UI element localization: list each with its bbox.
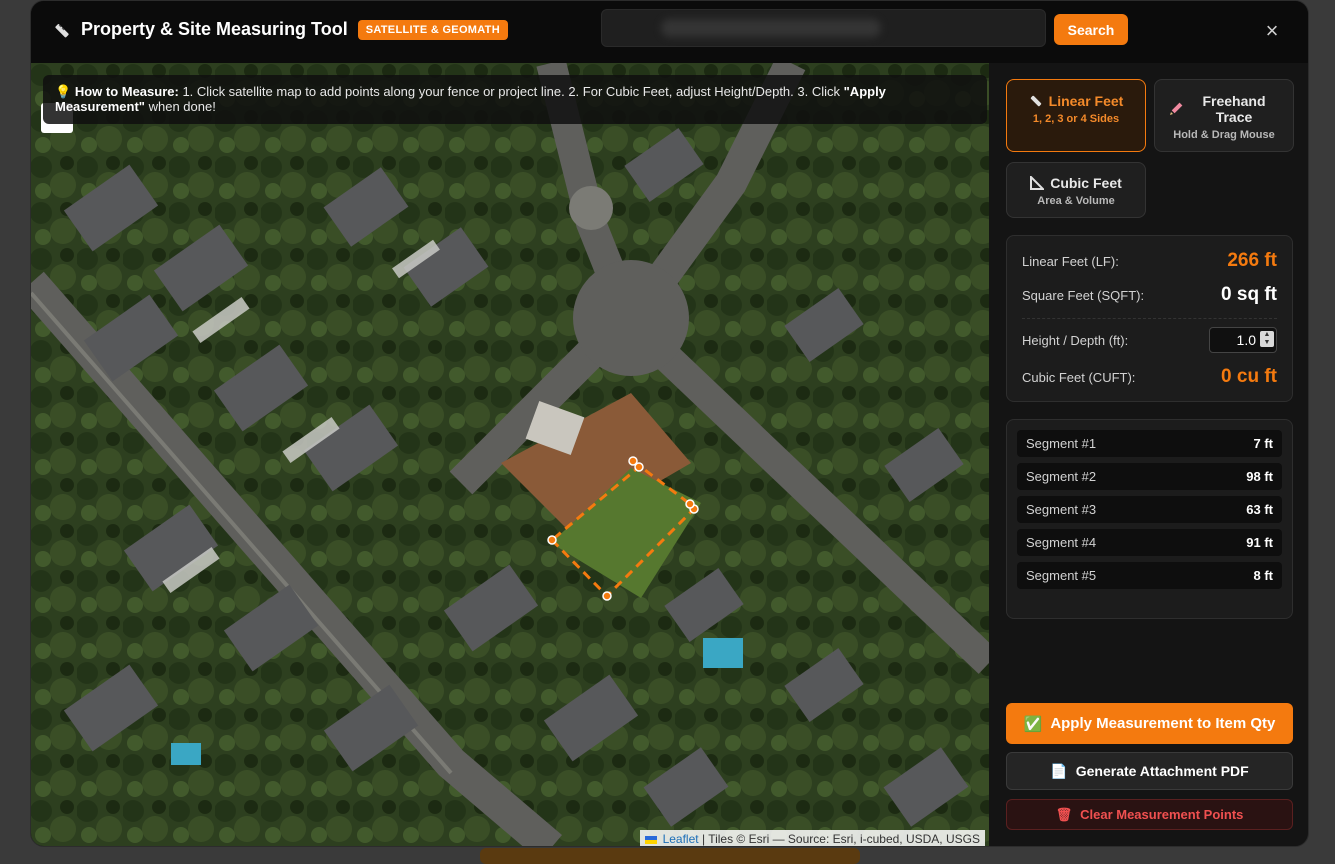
mode-subtitle: Hold & Drag Mouse <box>1173 129 1275 141</box>
howto-tail: when done! <box>148 99 216 114</box>
segment-label: Segment #2 <box>1026 469 1097 484</box>
mode-title: Freehand Trace <box>1202 93 1266 125</box>
segment-label: Segment #3 <box>1026 502 1097 517</box>
page-title: Property & Site Measuring Tool <box>81 19 348 39</box>
checkmark-icon: ✅ <box>1023 715 1043 733</box>
segment-length: 91 ft <box>1246 535 1273 550</box>
measuring-tool-modal: Property & Site Measuring Tool SATELLITE… <box>30 0 1309 847</box>
list-item: Segment #3 63 ft <box>1017 496 1282 523</box>
tiles-credit: | Tiles © Esri — Source: Esri, i-cubed, … <box>701 832 980 846</box>
mode-title: Linear Feet <box>1048 93 1124 109</box>
square-feet-value: 0 sq ft <box>1221 284 1277 305</box>
howto-lead: How to Measure: <box>74 84 179 99</box>
list-item: Segment #2 98 ft <box>1017 463 1282 490</box>
segment-length: 7 ft <box>1253 436 1274 451</box>
height-row: Height / Depth (ft): ▲▼ <box>1022 327 1277 353</box>
map-attribution: Leaflet | Tiles © Esri — Source: Esri, i… <box>640 830 985 846</box>
height-label: Height / Depth (ft): <box>1022 332 1129 348</box>
square-feet-label: Square Feet (SQFT): <box>1022 287 1145 303</box>
generate-pdf-button[interactable]: 📄 Generate Attachment PDF <box>1006 752 1293 790</box>
measurement-sidebar: Linear Feet 1, 2, 3 or 4 Sides Freehand … <box>1006 79 1294 830</box>
lightbulb-icon: 💡 <box>55 84 72 99</box>
spinner-arrows-icon[interactable]: ▲ ▼ <box>1260 331 1274 347</box>
mode-title: Cubic Feet <box>1050 175 1122 191</box>
howto-text: 1. Click satellite map to add points alo… <box>182 84 841 99</box>
linear-feet-row: Linear Feet (LF): 266 ft <box>1022 250 1277 272</box>
search-button[interactable]: Search <box>1054 14 1128 45</box>
mode-linear-feet[interactable]: Linear Feet 1, 2, 3 or 4 Sides <box>1006 79 1146 152</box>
how-to-banner: 💡 How to Measure: 1. Click satellite map… <box>43 75 987 124</box>
segment-length: 63 ft <box>1246 502 1273 517</box>
segment-label: Segment #4 <box>1026 535 1097 550</box>
satellite-map[interactable]: 💡 How to Measure: 1. Click satellite map… <box>31 63 989 846</box>
cubic-feet-value: 0 cu ft <box>1221 366 1277 387</box>
mode-selector: Linear Feet 1, 2, 3 or 4 Sides Freehand … <box>1006 79 1294 219</box>
triangle-ruler-icon <box>1030 176 1045 190</box>
segment-length: 98 ft <box>1246 469 1273 484</box>
leaflet-link[interactable]: Leaflet <box>663 832 699 846</box>
document-icon: 📄 <box>1050 762 1068 779</box>
list-item: Segment #4 91 ft <box>1017 529 1282 556</box>
linear-feet-label: Linear Feet (LF): <box>1022 253 1119 269</box>
redacted-address <box>661 19 881 37</box>
backdrop-button-edge <box>480 848 860 864</box>
ruler-icon <box>55 23 69 37</box>
mode-freehand-trace[interactable]: Freehand Trace Hold & Drag Mouse <box>1154 79 1294 152</box>
mode-cubic-feet[interactable]: Cubic Feet Area & Volume <box>1006 162 1146 218</box>
segment-label: Segment #5 <box>1026 568 1097 583</box>
segment-label: Segment #1 <box>1026 436 1097 451</box>
clear-points-button[interactable]: 🗑 Clear Measurement Points <box>1006 799 1293 830</box>
square-feet-row: Square Feet (SQFT): 0 sq ft <box>1022 284 1277 306</box>
list-item: Segment #1 7 ft <box>1017 430 1282 457</box>
measurement-stats: Linear Feet (LF): 266 ft Square Feet (SQ… <box>1006 235 1293 402</box>
mode-subtitle: Area & Volume <box>1037 195 1115 207</box>
ruler-icon <box>1030 95 1041 107</box>
apply-measurement-button[interactable]: ✅ Apply Measurement to Item Qty <box>1006 703 1293 744</box>
trash-icon: 🗑 <box>1055 806 1073 822</box>
height-stepper: ▲▼ <box>1209 327 1277 353</box>
pdf-label: Generate Attachment PDF <box>1075 763 1249 779</box>
mode-badge: SATELLITE & GEOMATH <box>357 19 508 40</box>
cubic-feet-label: Cubic Feet (CUFT): <box>1022 369 1136 385</box>
apply-label: Apply Measurement to Item Qty <box>1050 715 1276 732</box>
modal-header: Property & Site Measuring Tool SATELLITE… <box>31 1 1308 63</box>
segment-length: 8 ft <box>1253 568 1274 583</box>
pencil-icon <box>1170 102 1183 115</box>
mode-subtitle: 1, 2, 3 or 4 Sides <box>1032 113 1120 125</box>
cubic-feet-row: Cubic Feet (CUFT): 0 cu ft <box>1022 366 1277 388</box>
stats-divider <box>1022 318 1277 319</box>
linear-feet-value: 266 ft <box>1227 250 1277 271</box>
segment-list: Segment #1 7 ft Segment #2 98 ft Segment… <box>1006 419 1293 619</box>
satellite-imagery <box>31 63 989 846</box>
list-item: Segment #5 8 ft <box>1017 562 1282 589</box>
clear-label: Clear Measurement Points <box>1080 807 1244 822</box>
ukraine-flag-icon <box>645 835 658 844</box>
title-group: Property & Site Measuring Tool SATELLITE… <box>53 19 508 40</box>
close-icon[interactable]: × <box>1262 20 1282 42</box>
